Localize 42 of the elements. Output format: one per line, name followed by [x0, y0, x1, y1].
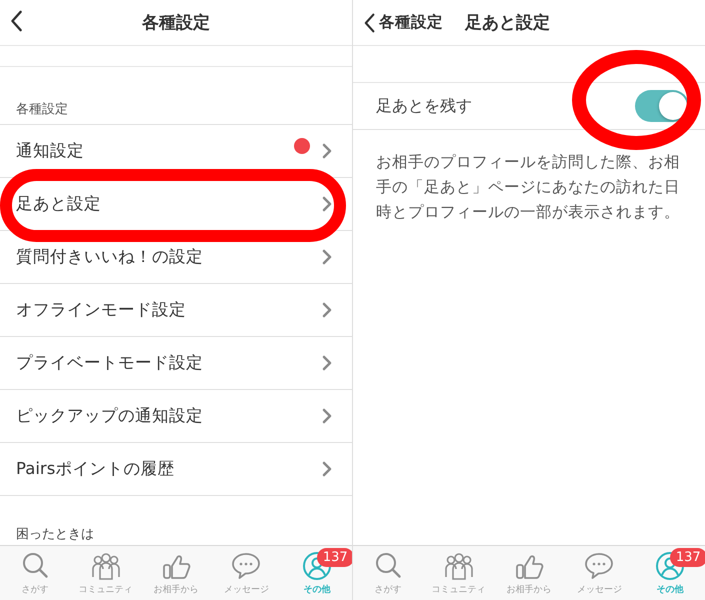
- chevron-icon: [322, 461, 332, 477]
- settings-row[interactable]: 足あと設定: [0, 178, 352, 231]
- chevron-icon: [322, 355, 332, 371]
- tab-item[interactable]: コミュニティ: [70, 546, 141, 600]
- screen-title: 各種設定: [142, 12, 210, 34]
- chat-bubble-icon: [584, 550, 614, 580]
- tab-item[interactable]: メッセージ: [211, 546, 282, 600]
- chevron-icon: [322, 408, 332, 424]
- back-icon[interactable]: [363, 12, 377, 32]
- tab-item[interactable]: メッセージ: [564, 546, 635, 600]
- screen-title: 足あと設定: [465, 12, 550, 34]
- settings-row[interactable]: Pairsポイントの履歴: [0, 443, 352, 496]
- count-badge: 137: [316, 548, 352, 567]
- settings-row[interactable]: 質問付きいいね！の設定: [0, 231, 352, 284]
- tab-item[interactable]: お相手から: [140, 546, 212, 600]
- settings-row[interactable]: 通知設定: [0, 125, 352, 178]
- tab-item[interactable]: お相手から: [494, 546, 564, 600]
- chevron-icon: [322, 143, 332, 159]
- tab-item[interactable]: さがす: [353, 546, 424, 600]
- tab-item[interactable]: その他 137: [282, 546, 352, 600]
- settings-row[interactable]: オフラインモード設定: [0, 284, 352, 337]
- toggle-switch[interactable]: [635, 90, 689, 122]
- search-icon: [373, 550, 404, 580]
- chevron-icon: [322, 302, 332, 318]
- tab-item[interactable]: コミュニティ: [423, 546, 494, 600]
- tab-item[interactable]: その他 137: [634, 546, 705, 600]
- people-icon: [90, 550, 122, 580]
- chevron-icon: [322, 196, 332, 212]
- people-icon: [442, 550, 475, 580]
- section-title: 困ったときは: [15, 526, 95, 544]
- count-badge: 137: [670, 548, 705, 567]
- tab-item[interactable]: さがす: [0, 546, 70, 600]
- description-text: お相手のプロフィールを訪問した際、お相手の「足あと」ページにあなたの訪れた日時とプロフィールの一部が表示されます。: [376, 153, 680, 221]
- settings-row[interactable]: ピックアップの通知設定: [0, 390, 352, 443]
- row-label: 足あとを残す: [376, 96, 473, 116]
- section-title: 各種設定: [16, 101, 68, 118]
- chat-bubble-icon: [231, 550, 262, 580]
- chevron-icon: [322, 249, 332, 265]
- back-button[interactable]: 各種設定: [363, 12, 443, 33]
- settings-row[interactable]: プライベートモード設定: [0, 337, 352, 390]
- back-icon[interactable]: [10, 10, 24, 32]
- search-icon: [20, 550, 50, 580]
